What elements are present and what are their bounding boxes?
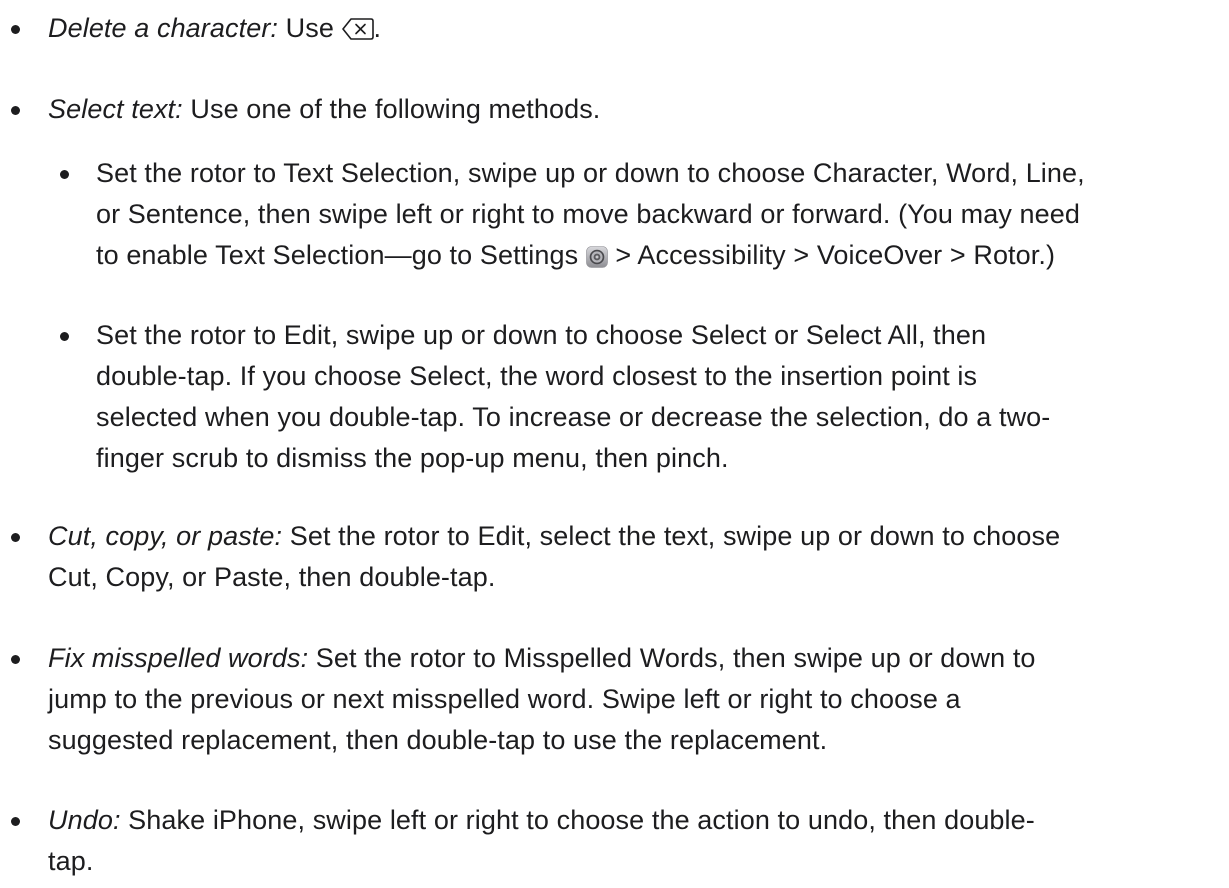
item-term: Fix misspelled words: bbox=[48, 643, 309, 673]
item-line: suggested replacement, then double-tap t… bbox=[48, 725, 828, 755]
item-line: double-tap. If you choose Select, the wo… bbox=[96, 361, 978, 391]
item-line: Shake iPhone, swipe left or right to cho… bbox=[120, 805, 1035, 835]
item-term: Delete a character: bbox=[48, 13, 279, 43]
item-line: finger scrub to dismiss the pop-up menu,… bbox=[96, 443, 729, 473]
list-item-fix-misspelled: Fix misspelled words: Set the rotor to M… bbox=[11, 638, 1223, 761]
item-line: Set the rotor to Text Selection, swipe u… bbox=[96, 158, 1085, 188]
sublist-item-text-selection: Set the rotor to Text Selection, swipe u… bbox=[60, 153, 1226, 276]
item-text: Use one of the following methods. bbox=[182, 94, 601, 124]
item-term: Cut, copy, or paste: bbox=[48, 521, 283, 551]
list-item-select-text: Select text: Use one of the following me… bbox=[11, 89, 1223, 130]
item-line: jump to the previous or next misspelled … bbox=[48, 684, 961, 714]
settings-gear-icon bbox=[586, 239, 608, 268]
list-item-cut-copy-paste: Cut, copy, or paste: Set the rotor to Ed… bbox=[11, 516, 1223, 598]
item-term: Select text: bbox=[48, 94, 183, 124]
item-term: Undo: bbox=[48, 805, 121, 835]
list-item-undo: Undo: Shake iPhone, swipe left or right … bbox=[11, 800, 1223, 882]
item-line: selected when you double-tap. To increas… bbox=[96, 402, 1051, 432]
item-line: Set the rotor to Edit, swipe up or down … bbox=[96, 320, 987, 350]
item-line: Cut, Copy, or Paste, then double-tap. bbox=[48, 562, 496, 592]
item-line: or Sentence, then swipe left or right to… bbox=[96, 199, 1081, 229]
item-text: Use bbox=[278, 13, 342, 43]
item-text-end: . bbox=[373, 13, 382, 43]
item-line: to enable Text Selection—go to Settings bbox=[96, 240, 586, 270]
item-line: > Accessibility > VoiceOver > Rotor.) bbox=[607, 240, 1056, 270]
item-line: Set the rotor to Edit, select the text, … bbox=[282, 521, 1061, 551]
item-line: tap. bbox=[48, 846, 94, 876]
sublist-item-edit-select: Set the rotor to Edit, swipe up or down … bbox=[60, 315, 1226, 479]
list-item-delete-character: Delete a character: Use . bbox=[11, 8, 1223, 53]
item-line: Set the rotor to Misspelled Words, then … bbox=[308, 643, 1036, 673]
delete-key-icon bbox=[341, 12, 374, 53]
